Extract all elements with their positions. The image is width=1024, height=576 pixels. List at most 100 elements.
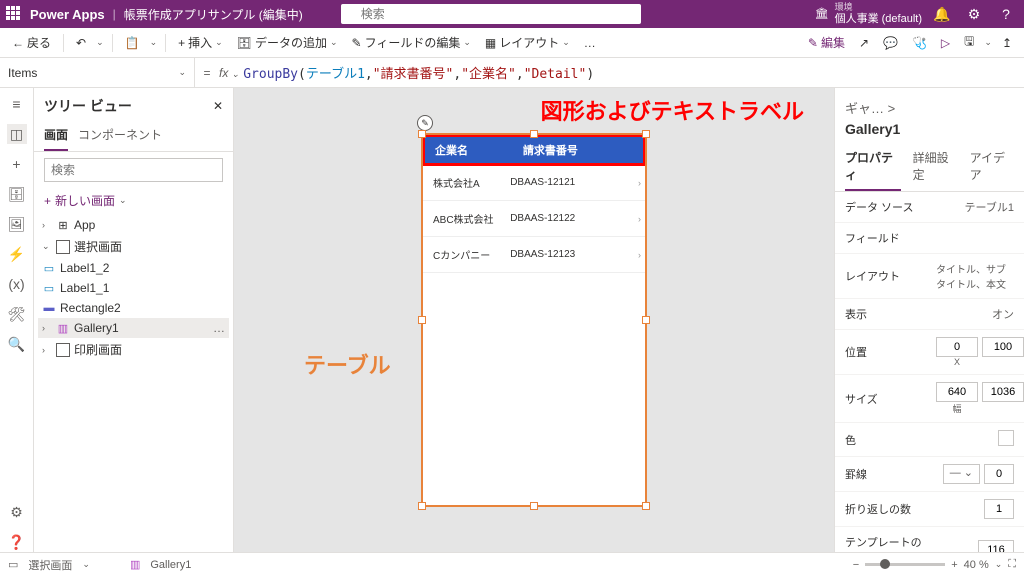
tree-title: ツリー ビュー	[44, 96, 132, 116]
prop-breadcrumb: ギャ… >	[835, 88, 1024, 121]
prop-pos-y-input[interactable]	[982, 337, 1024, 357]
chevron-right-icon: ›	[638, 250, 641, 260]
prop-size-w-input[interactable]	[936, 382, 978, 402]
header-invoice: 請求書番号	[523, 142, 645, 158]
gallery-row[interactable]: ABC株式会社DBAAS-12122›	[423, 201, 645, 237]
play-icon[interactable]: ▷	[937, 34, 954, 52]
prop-color-value[interactable]	[936, 430, 1014, 449]
new-screen-button[interactable]: + 新しい画面 ⌄	[34, 188, 233, 213]
close-icon[interactable]: ✕	[213, 99, 223, 113]
tree-node-menu-icon: …	[213, 321, 225, 335]
search-input[interactable]	[341, 4, 641, 24]
more-button[interactable]: …	[580, 34, 600, 52]
zoom-slider[interactable]	[865, 563, 945, 566]
publish-icon[interactable]: ↥	[998, 34, 1016, 52]
prop-tab-ideas[interactable]: アイデア	[970, 143, 1014, 191]
checker-icon[interactable]: 🩺	[908, 34, 931, 52]
annotation-table: テーブル	[304, 348, 391, 380]
gear-icon[interactable]: ⚙	[962, 6, 986, 23]
prop-tplsize-label: テンプレートのサイズ	[845, 534, 930, 552]
back-button[interactable]: ← 戻る	[8, 32, 55, 53]
prop-border-label: 罫線	[845, 466, 930, 482]
prop-wrap-input[interactable]	[984, 499, 1014, 519]
fit-icon[interactable]: ⛶	[1008, 558, 1016, 571]
prop-border-width-input[interactable]	[984, 464, 1014, 484]
help-icon[interactable]: ?	[994, 6, 1018, 22]
media-rail-icon[interactable]: 🖼	[7, 214, 27, 234]
tree-node-screen2[interactable]: ›印刷画面	[38, 338, 229, 361]
tree-icon[interactable]: ◫	[7, 124, 27, 144]
equals-label: =	[195, 66, 219, 80]
prop-tab-properties[interactable]: プロパティ	[845, 143, 901, 191]
annotation-shapes-labels: 図形およびテキストラベル	[541, 94, 804, 126]
data-rail-icon[interactable]: 🗄	[7, 184, 27, 204]
insert-rail-icon[interactable]: +	[7, 154, 27, 174]
environment-icon: 🏛	[815, 7, 829, 20]
settings-rail-icon[interactable]: ⚙	[7, 502, 27, 522]
edit-button[interactable]: ✎ 編集	[804, 32, 849, 53]
prop-wrap-label: 折り返しの数	[845, 501, 930, 517]
tree-node-rectangle2[interactable]: ▬Rectangle2	[38, 298, 229, 318]
separator: |	[113, 7, 116, 21]
selection-badge-icon[interactable]: ✎	[417, 115, 433, 131]
paste-button[interactable]: 📋	[121, 34, 144, 52]
tree-node-gallery1[interactable]: ›▥Gallery1…	[38, 318, 229, 338]
undo-button[interactable]: ↶	[72, 34, 90, 52]
advanced-tools-icon[interactable]: 🛠	[7, 304, 27, 324]
save-icon[interactable]: 🖫	[960, 30, 978, 55]
add-data-button[interactable]: 🗄 データの追加 ⌄	[233, 32, 342, 53]
gallery-row[interactable]: 株式会社ADBAAS-12121›	[423, 165, 645, 201]
canvas[interactable]: 図形およびテキストラベル テーブル ✎ 企業名 請求書番号 株式会社ADBAAS…	[234, 88, 834, 552]
insert-button[interactable]: + 挿入 ⌄	[174, 32, 227, 53]
tree-search-input[interactable]	[44, 158, 223, 182]
power-automate-icon[interactable]: ⚡	[7, 244, 27, 264]
status-screen-icon[interactable]: ▭	[8, 558, 18, 571]
search-rail-icon[interactable]: 🔍	[7, 334, 27, 354]
prop-color-label: 色	[845, 432, 930, 448]
fx-label: fx ⌄	[219, 66, 243, 80]
bell-icon[interactable]: 🔔	[930, 6, 954, 23]
prop-datasource-value[interactable]: テーブル1	[936, 199, 1014, 215]
app-name: Power Apps	[30, 7, 105, 22]
prop-tplsize-input[interactable]	[978, 540, 1014, 552]
property-selector[interactable]: Items⌄	[0, 58, 195, 87]
status-screen-name[interactable]: 選択画面	[28, 557, 72, 573]
status-element-icon: ▥	[130, 558, 140, 571]
prop-fields-label[interactable]: フィールド	[845, 230, 930, 246]
tree-node-screen1[interactable]: ⌄選択画面	[38, 235, 229, 258]
prop-layout-value[interactable]: タイトル、サブタイトル、本文	[936, 261, 1014, 291]
edit-fields-button[interactable]: ✎ フィールドの編集 ⌄	[348, 32, 475, 53]
tab-screens[interactable]: 画面	[44, 120, 68, 151]
prop-element-name: Gallery1	[835, 121, 1024, 143]
tree-node-app[interactable]: ›⊞App	[38, 215, 229, 235]
prop-visible-toggle[interactable]: オン	[936, 306, 1014, 322]
comment-icon[interactable]: 💬	[879, 34, 902, 52]
tree-node-label12[interactable]: ▭Label1_2	[38, 258, 229, 278]
formula-bar[interactable]: GroupBy(テーブル1,"請求書番号","企業名","Detail")	[243, 63, 1024, 82]
prop-datasource-label: データ ソース	[845, 199, 930, 215]
variables-icon[interactable]: (x)	[7, 274, 27, 294]
prop-layout-label: レイアウト	[845, 268, 930, 284]
phone-preview[interactable]: ✎ 企業名 請求書番号 株式会社ADBAAS-12121› ABC株式会社DBA…	[423, 135, 645, 505]
layout-button[interactable]: ▦ レイアウト ⌄	[481, 32, 574, 53]
prop-position-label: 位置	[845, 344, 930, 360]
prop-border-style[interactable]: — ⌄	[943, 464, 980, 484]
waffle-icon[interactable]	[6, 6, 22, 22]
table-header[interactable]: 企業名 請求書番号	[423, 135, 645, 165]
gallery-row[interactable]: CカンパニーDBAAS-12123›	[423, 237, 645, 273]
status-element-name[interactable]: Gallery1	[150, 559, 191, 571]
zoom-in-button[interactable]: +	[951, 559, 957, 571]
prop-pos-x-input[interactable]	[936, 337, 978, 357]
hamburger-icon[interactable]: ≡	[7, 94, 27, 114]
env-value[interactable]: 個人事業 (default)	[835, 13, 922, 25]
ask-rail-icon[interactable]: ❓	[7, 532, 27, 552]
tab-components[interactable]: コンポーネント	[78, 120, 162, 151]
zoom-out-button[interactable]: −	[853, 559, 859, 571]
share-icon[interactable]: ↗	[855, 34, 873, 52]
chevron-right-icon: ›	[638, 214, 641, 224]
tree-node-label11[interactable]: ▭Label1_1	[38, 278, 229, 298]
prop-visible-label: 表示	[845, 306, 930, 322]
prop-tab-advanced[interactable]: 詳細設定	[913, 143, 958, 191]
prop-size-h-input[interactable]	[982, 382, 1024, 402]
chevron-right-icon: ›	[638, 178, 641, 188]
